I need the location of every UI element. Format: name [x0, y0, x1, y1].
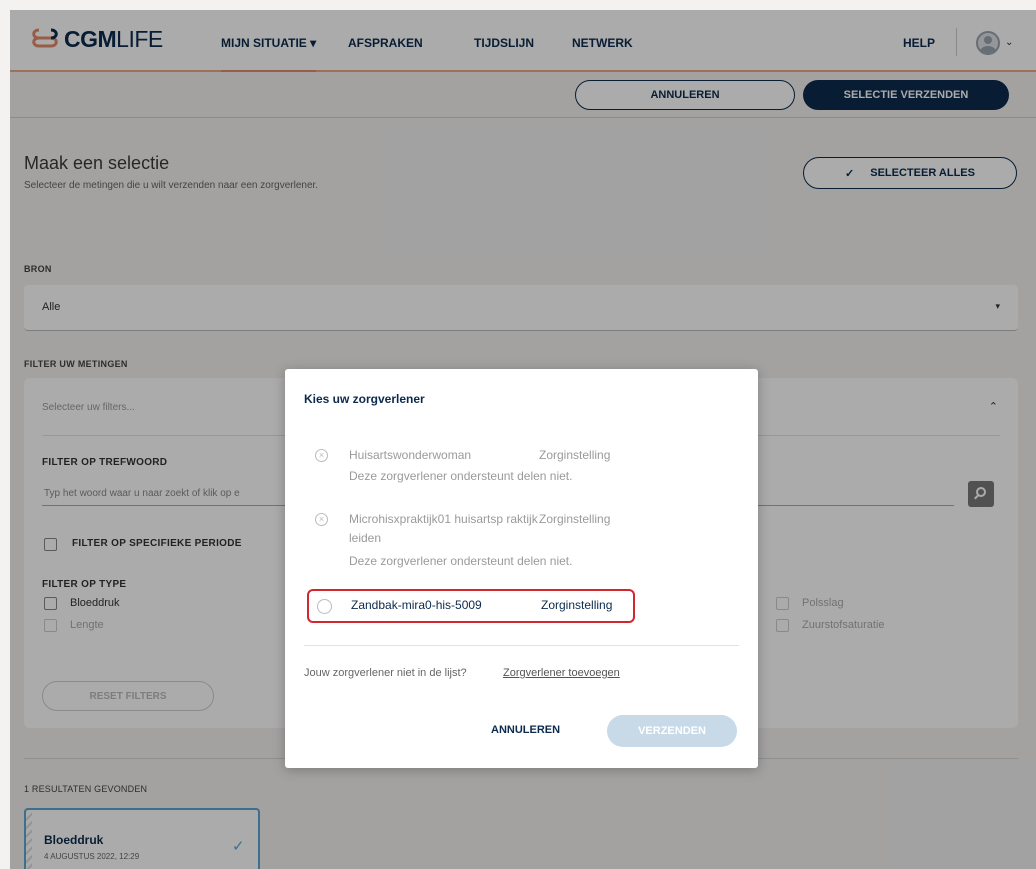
provider-note: Deze zorgverlener ondersteunt delen niet…	[349, 554, 573, 568]
dialog-title: Kies uw zorgverlener	[304, 392, 425, 406]
provider-type: Zorginstelling	[539, 448, 611, 462]
provider-name: Zandbak-mira0-his-5009	[351, 598, 482, 612]
provider-radio[interactable]	[317, 599, 332, 614]
provider-name: Huisartswonderwoman	[349, 448, 472, 462]
provider-type: Zorginstelling	[539, 512, 611, 526]
not-listed-text: Jouw zorgverlener niet in de lijst?	[304, 667, 467, 679]
dialog-send-button[interactable]: VERZENDEN	[607, 715, 737, 747]
provider-note: Deze zorgverlener ondersteunt delen niet…	[349, 469, 573, 483]
provider-name: Microhisxpraktijk01 huisartsp raktijk le…	[349, 512, 538, 545]
provider-item-disabled: × Microhisxpraktijk01 huisartsp raktijk …	[315, 510, 715, 570]
provider-item-selectable[interactable]: Zandbak-mira0-his-5009 Zorginstelling	[307, 589, 635, 623]
dialog-cancel-button[interactable]: ANNULEREN	[491, 724, 560, 736]
disabled-circle-icon: ×	[315, 513, 328, 526]
disabled-circle-icon: ×	[315, 449, 328, 462]
choose-provider-dialog: Kies uw zorgverlener × Huisartswonderwom…	[285, 369, 758, 768]
divider	[304, 645, 739, 646]
provider-type: Zorginstelling	[541, 598, 613, 612]
add-provider-link[interactable]: Zorgverlener toevoegen	[503, 667, 620, 679]
provider-item-disabled: × Huisartswonderwoman Zorginstelling Dez…	[315, 446, 715, 486]
